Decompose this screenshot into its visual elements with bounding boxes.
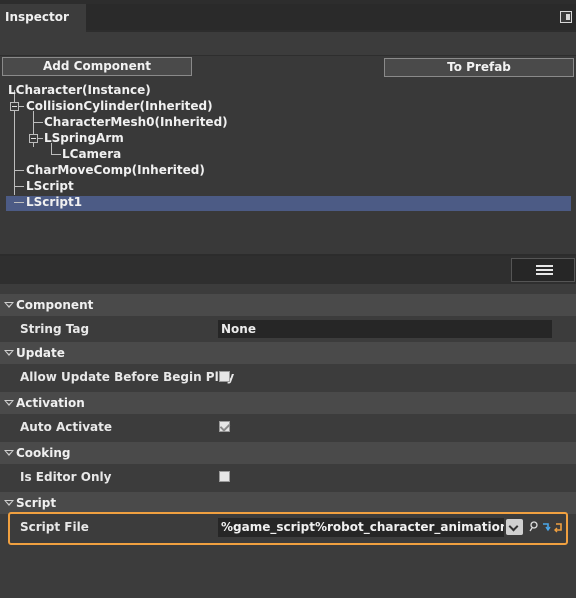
section-title: Component (16, 298, 94, 312)
empty-area (0, 546, 576, 598)
tree-item-lspringarm[interactable]: LSpringArm (44, 130, 124, 146)
tree-line (33, 122, 43, 123)
expand-arrow-icon (4, 302, 14, 308)
section-component[interactable]: Component (0, 294, 576, 316)
expand-arrow-icon (4, 500, 14, 506)
property-label: String Tag (20, 322, 90, 336)
tree-item-lscript[interactable]: LScript (26, 178, 74, 194)
tree-line (14, 170, 24, 171)
tree-line (14, 202, 24, 203)
property-label: Auto Activate (20, 420, 113, 434)
tree-item-lcharacter[interactable]: LCharacter(Instance) (8, 82, 151, 98)
add-component-button[interactable]: Add Component (2, 57, 192, 76)
tree-item-charmovecomp[interactable]: CharMoveComp(Inherited) (26, 162, 205, 178)
toolbar-area (0, 32, 576, 56)
property-row: Auto Activate (0, 414, 576, 440)
tree-item-collisioncylinder[interactable]: CollisionCylinder(Inherited) (26, 98, 213, 114)
string-tag-input[interactable]: None (218, 320, 552, 338)
expand-arrow-icon (4, 400, 14, 406)
section-script[interactable]: Script (0, 492, 576, 514)
property-row: Allow Update Before Begin Play (0, 364, 576, 390)
tab-strip (86, 4, 576, 30)
section-title: Activation (16, 396, 85, 410)
tree-item-lscript1[interactable]: LScript1 (26, 194, 82, 210)
tree-item-lcamera[interactable]: LCamera (62, 146, 121, 162)
property-label: Allow Update Before Begin Play (20, 370, 235, 384)
section-title: Script (16, 496, 57, 510)
section-title: Cooking (16, 446, 71, 460)
section-title: Update (16, 346, 65, 360)
collapse-toggle-icon[interactable] (10, 102, 19, 111)
tab-bar: Inspector (0, 0, 576, 32)
property-row: String Tag None (0, 316, 576, 342)
expand-arrow-icon (4, 350, 14, 356)
property-row: Is Editor Only (0, 464, 576, 490)
collapse-toggle-icon[interactable] (29, 134, 38, 143)
details-toolbar (0, 256, 576, 284)
tree-item-charactermesh0[interactable]: CharacterMesh0(Inherited) (44, 114, 228, 130)
components-panel: Add Component To Prefab LCharacter(Insta… (0, 56, 576, 254)
dock-icon[interactable] (560, 11, 572, 23)
allow-update-checkbox[interactable] (219, 371, 230, 382)
expand-arrow-icon (4, 450, 14, 456)
tree-line (51, 154, 61, 155)
auto-activate-checkbox[interactable] (219, 421, 230, 432)
section-cooking[interactable]: Cooking (0, 442, 576, 464)
property-label: Is Editor Only (20, 470, 112, 484)
hamburger-menu-icon[interactable] (511, 258, 575, 282)
section-update[interactable]: Update (0, 342, 576, 364)
script-file-highlight (8, 512, 568, 545)
tree-line (14, 186, 24, 187)
tab-inspector[interactable]: Inspector (0, 4, 86, 32)
section-activation[interactable]: Activation (0, 392, 576, 414)
tree-selection-highlight (6, 196, 571, 211)
to-prefab-button[interactable]: To Prefab (384, 58, 574, 77)
is-editor-only-checkbox[interactable] (219, 471, 230, 482)
